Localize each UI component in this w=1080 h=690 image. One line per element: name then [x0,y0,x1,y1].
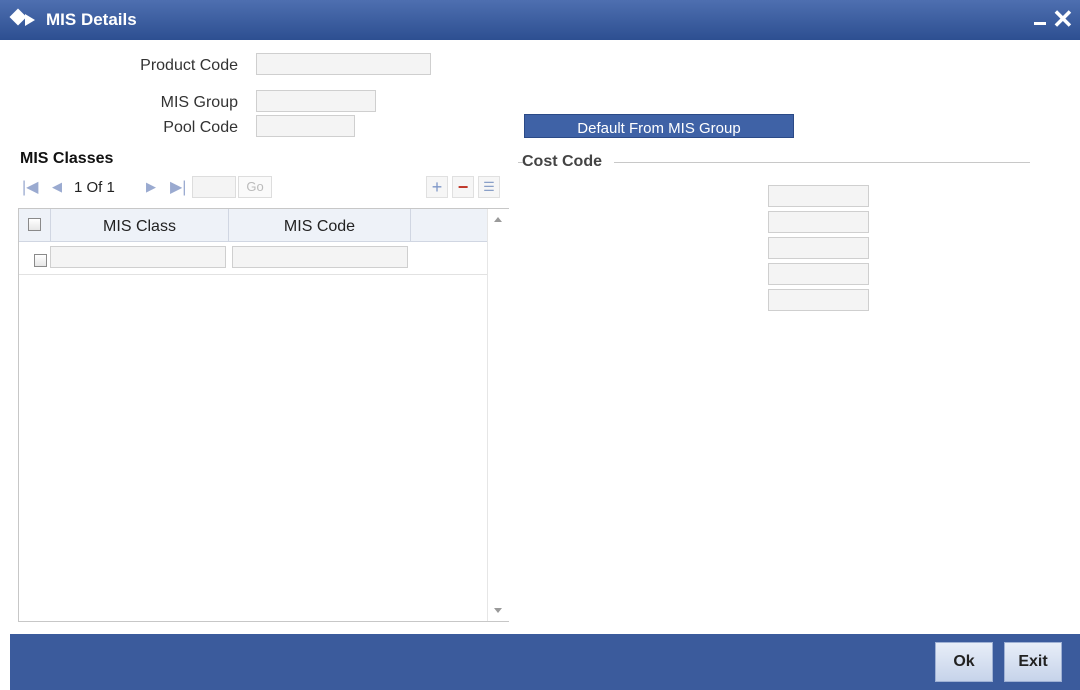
exit-button[interactable]: Exit [1004,642,1062,682]
vertical-scrollbar[interactable] [487,209,509,621]
table-row [19,242,487,275]
last-page-icon[interactable]: ▶| [170,177,186,197]
close-icon[interactable]: ✕ [1052,6,1074,32]
mis-classes-title: MIS Classes [20,150,114,167]
pool-code-field[interactable] [256,115,355,137]
cost-code-field-2[interactable] [768,211,869,233]
footer-bar [10,634,1080,690]
window-title: MIS Details [46,10,137,29]
cost-code-field-4[interactable] [768,263,869,285]
cost-code-field-1[interactable] [768,185,869,207]
prev-page-icon[interactable]: ◀ [52,179,62,195]
product-code-field[interactable] [256,53,431,75]
grid-header: MIS Class MIS Code [19,209,487,242]
diamond-icon [9,8,27,26]
column-header-mis-class[interactable]: MIS Class [51,209,229,241]
mis-group-field[interactable] [256,90,376,112]
arrow-icon [25,14,35,26]
cost-code-rule-right [614,162,1030,163]
select-all-checkbox[interactable] [28,218,41,231]
next-page-icon[interactable]: ▶ [146,179,156,195]
scroll-down-icon[interactable] [494,608,502,613]
default-from-mis-group-button[interactable]: Default From MIS Group [524,114,794,138]
product-code-label: Product Code [140,57,238,74]
mis-group-label: MIS Group [160,94,238,111]
go-button[interactable]: Go [238,176,272,198]
page-number-input[interactable] [192,176,236,198]
scroll-up-icon[interactable] [494,217,502,222]
mis-code-cell-input[interactable] [232,246,408,268]
row-checkbox[interactable] [34,254,47,267]
mis-class-cell-input[interactable] [50,246,226,268]
mis-classes-grid: MIS Class MIS Code [18,208,509,622]
delete-row-icon[interactable]: − [452,176,474,198]
pool-code-label: Pool Code [163,119,238,136]
page-indicator: 1 Of 1 [74,179,115,196]
ok-button[interactable]: Ok [935,642,993,682]
header-checkbox-cell [19,209,51,241]
minimize-icon[interactable] [1034,22,1046,25]
column-header-mis-code[interactable]: MIS Code [229,209,411,241]
single-view-icon[interactable]: ☰ [478,176,500,198]
mis-classes-pager: |◀ ◀ 1 Of 1 ▶ ▶| Go + − ☰ [18,172,508,202]
first-page-icon[interactable]: |◀ [22,177,38,197]
cost-code-field-5[interactable] [768,289,869,311]
cost-code-field-3[interactable] [768,237,869,259]
title-bar: MIS Details ✕ [0,0,1080,40]
mis-details-window: MIS Details ✕ Product Code MIS Group Poo… [0,0,1080,690]
cost-code-legend: Cost Code [522,153,602,170]
add-row-icon[interactable]: + [426,176,448,198]
